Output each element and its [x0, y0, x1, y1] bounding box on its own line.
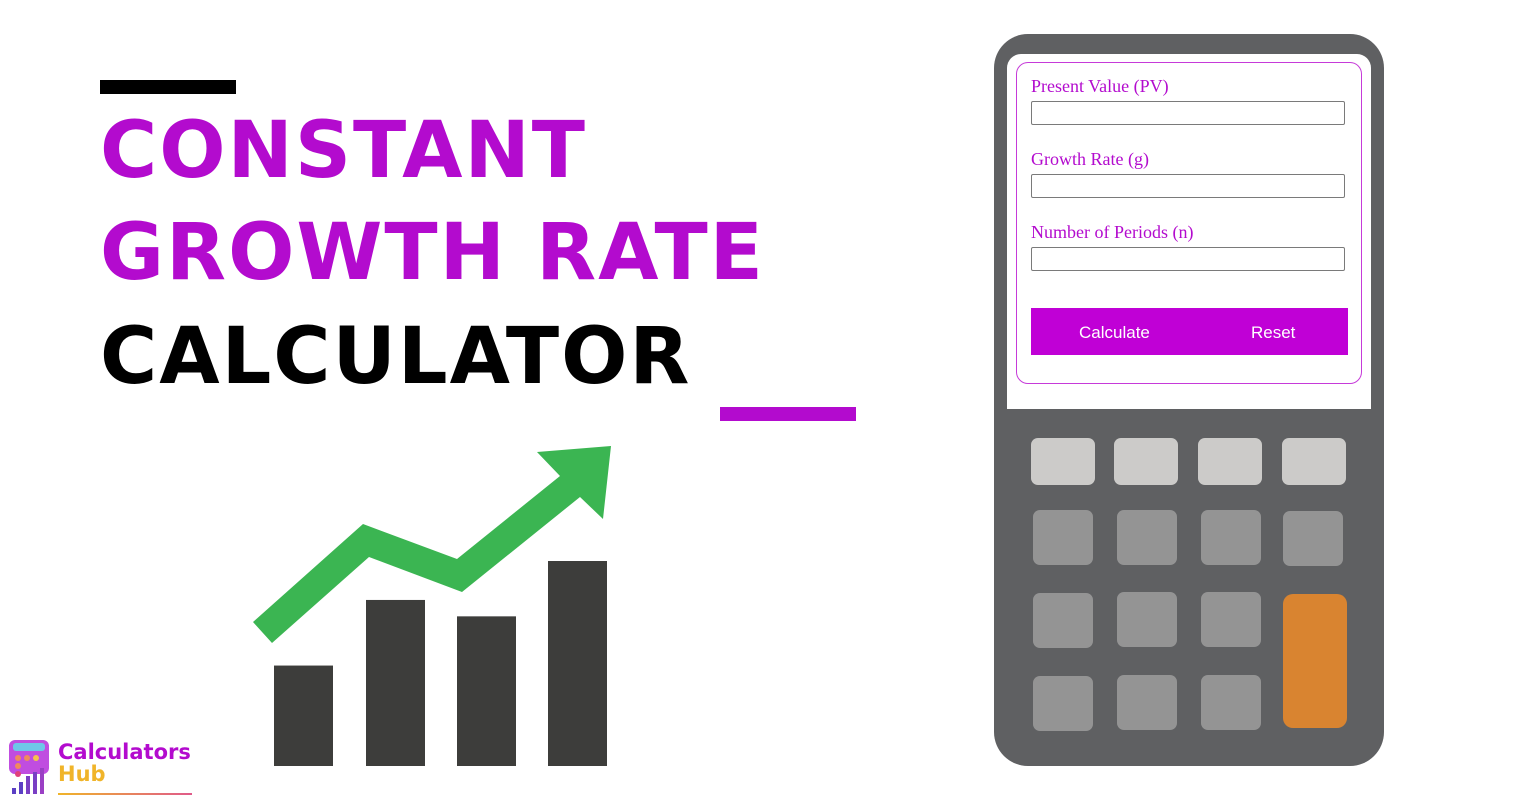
calculator-key — [1282, 438, 1346, 485]
chart-bar — [274, 665, 333, 766]
title-line-3: Calculator — [100, 312, 692, 402]
calculator-key — [1117, 510, 1177, 565]
calculator-device: Present Value (PV) Growth Rate (g) Numbe… — [994, 34, 1384, 766]
decorative-bar-top — [100, 80, 236, 94]
chart-bar — [366, 599, 425, 766]
title-line-2: Growth Rate — [100, 208, 765, 298]
calculators-hub-logo[interactable]: Calculators Hub — [6, 738, 196, 798]
calculator-logo-icon — [9, 740, 49, 794]
calculator-key — [1033, 593, 1093, 648]
present-value-input[interactable] — [1031, 101, 1345, 125]
logo-text-hub: Hub — [58, 762, 106, 786]
calculator-form: Present Value (PV) Growth Rate (g) Numbe… — [1016, 62, 1362, 384]
reset-button[interactable]: Reset — [1245, 308, 1301, 355]
calculator-key — [1201, 592, 1261, 647]
chart-bar — [548, 561, 607, 766]
growth-rate-label: Growth Rate (g) — [1031, 149, 1149, 169]
number-of-periods-input[interactable] — [1031, 247, 1345, 271]
calculator-key — [1117, 675, 1177, 730]
growth-rate-input[interactable] — [1031, 174, 1345, 198]
calculator-key-equals — [1283, 594, 1347, 728]
chart-bar — [457, 616, 516, 766]
decorative-bar-bottom — [720, 407, 856, 421]
title-line-1: Constant — [100, 106, 588, 196]
calculate-button[interactable]: Calculate — [1073, 308, 1156, 355]
calculator-screen: Present Value (PV) Growth Rate (g) Numbe… — [1007, 54, 1371, 409]
calculator-key — [1117, 592, 1177, 647]
number-of-periods-label: Number of Periods (n) — [1031, 222, 1194, 242]
growth-chart-icon — [253, 446, 611, 766]
calculator-key — [1031, 438, 1095, 485]
calculator-key — [1033, 510, 1093, 565]
calculator-key — [1033, 676, 1093, 731]
present-value-label: Present Value (PV) — [1031, 76, 1169, 96]
calculator-key — [1283, 511, 1343, 566]
calculator-key — [1114, 438, 1178, 485]
logo-underline — [58, 793, 192, 795]
calculator-key — [1198, 438, 1262, 485]
logo-text-calculators: Calculators — [58, 740, 191, 764]
calculator-key — [1201, 675, 1261, 730]
calculator-key — [1201, 510, 1261, 565]
button-bar: Calculate Reset — [1031, 308, 1348, 355]
